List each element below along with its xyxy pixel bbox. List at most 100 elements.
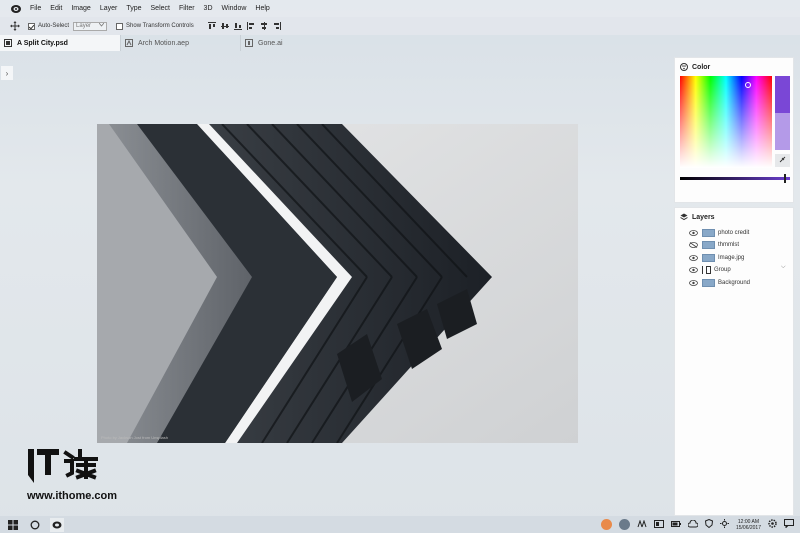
- tab-a-split-city[interactable]: A Split City.psd: [0, 35, 120, 51]
- palette-icon: [680, 63, 688, 71]
- menu-image[interactable]: Image: [71, 5, 90, 12]
- auto-select-value: Layer: [76, 23, 92, 29]
- layer-row-background[interactable]: Background: [689, 277, 789, 289]
- menu-type[interactable]: Type: [126, 5, 141, 12]
- layers-panel-header: Layers: [680, 213, 715, 221]
- layer-row-thmmlst[interactable]: thmmlst: [689, 239, 789, 251]
- eye-hidden-icon[interactable]: [689, 242, 698, 248]
- settings-icon[interactable]: [768, 519, 777, 530]
- menu-window[interactable]: Window: [222, 5, 247, 12]
- layer-thumbnail: [702, 229, 715, 237]
- menu-layer[interactable]: Layer: [100, 5, 118, 12]
- chevron-down-icon: [98, 22, 105, 29]
- aep-file-icon: [125, 39, 133, 47]
- menu-bar: File Edit Image Layer Type Select Filter…: [0, 0, 800, 17]
- avatar[interactable]: [618, 519, 630, 530]
- taskbar: 12:00 AM 15/06/2017: [0, 516, 800, 533]
- photo-credit-text: Photo by Jackson Jost from Unsplash: [101, 435, 168, 440]
- tab-gone-ai[interactable]: Gone.ai: [240, 35, 360, 51]
- canvas-image[interactable]: Photo by Jackson Jost from Unsplash: [97, 124, 578, 443]
- layer-thumbnail: [702, 279, 715, 287]
- ai-file-icon: [245, 39, 253, 47]
- eyedropper-button[interactable]: [775, 154, 790, 167]
- primary-color-swatch[interactable]: [775, 76, 790, 113]
- layer-thumbnail: [702, 241, 715, 249]
- layer-name: Image.jpg: [718, 255, 745, 261]
- clock[interactable]: 12:00 AM 15/06/2017: [736, 519, 761, 531]
- layers-icon: [680, 213, 688, 221]
- menu-filter[interactable]: Filter: [179, 5, 195, 12]
- transform-controls-label: Show Transform Controls: [126, 23, 194, 29]
- eye-icon[interactable]: [689, 230, 698, 236]
- brightness-icon[interactable]: [719, 519, 729, 530]
- align-right-icon[interactable]: [273, 22, 281, 30]
- chevron-right-icon: ›: [5, 68, 9, 78]
- align-bottom-icon[interactable]: [233, 22, 242, 30]
- color-panel-header: Color: [680, 63, 710, 71]
- layer-name: Background: [718, 280, 751, 286]
- layer-row-photo-credit[interactable]: photo credit: [689, 227, 789, 239]
- eyedropper-icon: [779, 156, 786, 165]
- battery-icon[interactable]: [670, 520, 681, 530]
- menu-file[interactable]: File: [30, 5, 41, 12]
- secondary-color-swatch[interactable]: [775, 113, 790, 150]
- menu-select[interactable]: Select: [151, 5, 170, 12]
- document-tabs: A Split City.psd Arch Motion.aep Gone.ai: [0, 35, 800, 51]
- ithome-logo: [28, 447, 124, 485]
- menu-edit[interactable]: Edit: [50, 5, 62, 12]
- shield-icon[interactable]: [704, 518, 714, 530]
- app-logo-icon[interactable]: [10, 4, 22, 14]
- people-icon[interactable]: [637, 518, 647, 530]
- system-tray: 12:00 AM 15/06/2017: [600, 516, 794, 533]
- cloud-icon[interactable]: [687, 519, 699, 530]
- tab-label: Gone.ai: [258, 39, 283, 47]
- align-vcenter-icon[interactable]: [220, 22, 229, 30]
- folder-icon: [706, 266, 711, 274]
- expand-panel-button[interactable]: ›: [1, 66, 13, 80]
- align-top-icon[interactable]: [207, 22, 216, 30]
- color-picker-handle[interactable]: [745, 82, 751, 88]
- color-spectrum[interactable]: [680, 76, 772, 168]
- tab-arch-motion[interactable]: Arch Motion.aep: [120, 35, 240, 51]
- chevron-down-icon[interactable]: ⌵: [781, 264, 786, 271]
- layer-thumbnail: [702, 254, 715, 262]
- psd-file-icon: [4, 39, 12, 47]
- color-panel-title: Color: [692, 63, 711, 71]
- windows-start-icon[interactable]: [8, 519, 18, 530]
- tab-label: Arch Motion.aep: [138, 39, 189, 47]
- layer-name: Group: [714, 267, 731, 273]
- menu-help[interactable]: Help: [255, 5, 269, 12]
- action-center-icon[interactable]: [784, 519, 794, 530]
- group-indicator: [702, 266, 703, 274]
- eye-icon[interactable]: [689, 280, 698, 286]
- brightness-slider-thumb[interactable]: [784, 174, 786, 183]
- layer-name: photo credit: [718, 230, 750, 236]
- watermark-url: www.ithome.com: [27, 490, 118, 502]
- options-bar: Auto-Select Layer Show Transform Control…: [0, 17, 800, 35]
- layer-row-image-jpg[interactable]: Image.jpg: [689, 252, 789, 264]
- clock-date: 15/06/2017: [735, 524, 761, 531]
- color-panel: Color: [674, 57, 794, 203]
- align-left-icon[interactable]: [246, 22, 255, 30]
- brightness-slider[interactable]: [680, 174, 790, 183]
- align-buttons: [207, 22, 281, 30]
- cortana-icon[interactable]: [30, 520, 40, 530]
- align-hcenter-icon[interactable]: [260, 22, 268, 30]
- auto-select-checkbox[interactable]: [28, 22, 35, 30]
- architecture-photo: [97, 124, 578, 443]
- move-tool-icon[interactable]: [10, 21, 20, 31]
- transform-controls-checkbox[interactable]: [116, 22, 124, 30]
- auto-select-label: Auto-Select: [38, 23, 70, 29]
- avatar[interactable]: [600, 519, 612, 530]
- layers-panel: Layers photo credit thmmlst Image.jpg Gr…: [674, 207, 794, 516]
- eye-icon[interactable]: [689, 267, 698, 273]
- photoshop-app-icon[interactable]: [50, 517, 64, 532]
- auto-select-dropdown[interactable]: Layer: [73, 21, 108, 31]
- layers-panel-title: Layers: [692, 213, 715, 221]
- menu-3d[interactable]: 3D: [204, 5, 213, 12]
- layer-name: thmmlst: [718, 242, 739, 248]
- layer-row-group[interactable]: Group ⌵: [689, 264, 789, 276]
- eye-icon[interactable]: [689, 255, 698, 261]
- tablet-icon[interactable]: [653, 519, 664, 530]
- tab-label: A Split City.psd: [17, 39, 68, 47]
